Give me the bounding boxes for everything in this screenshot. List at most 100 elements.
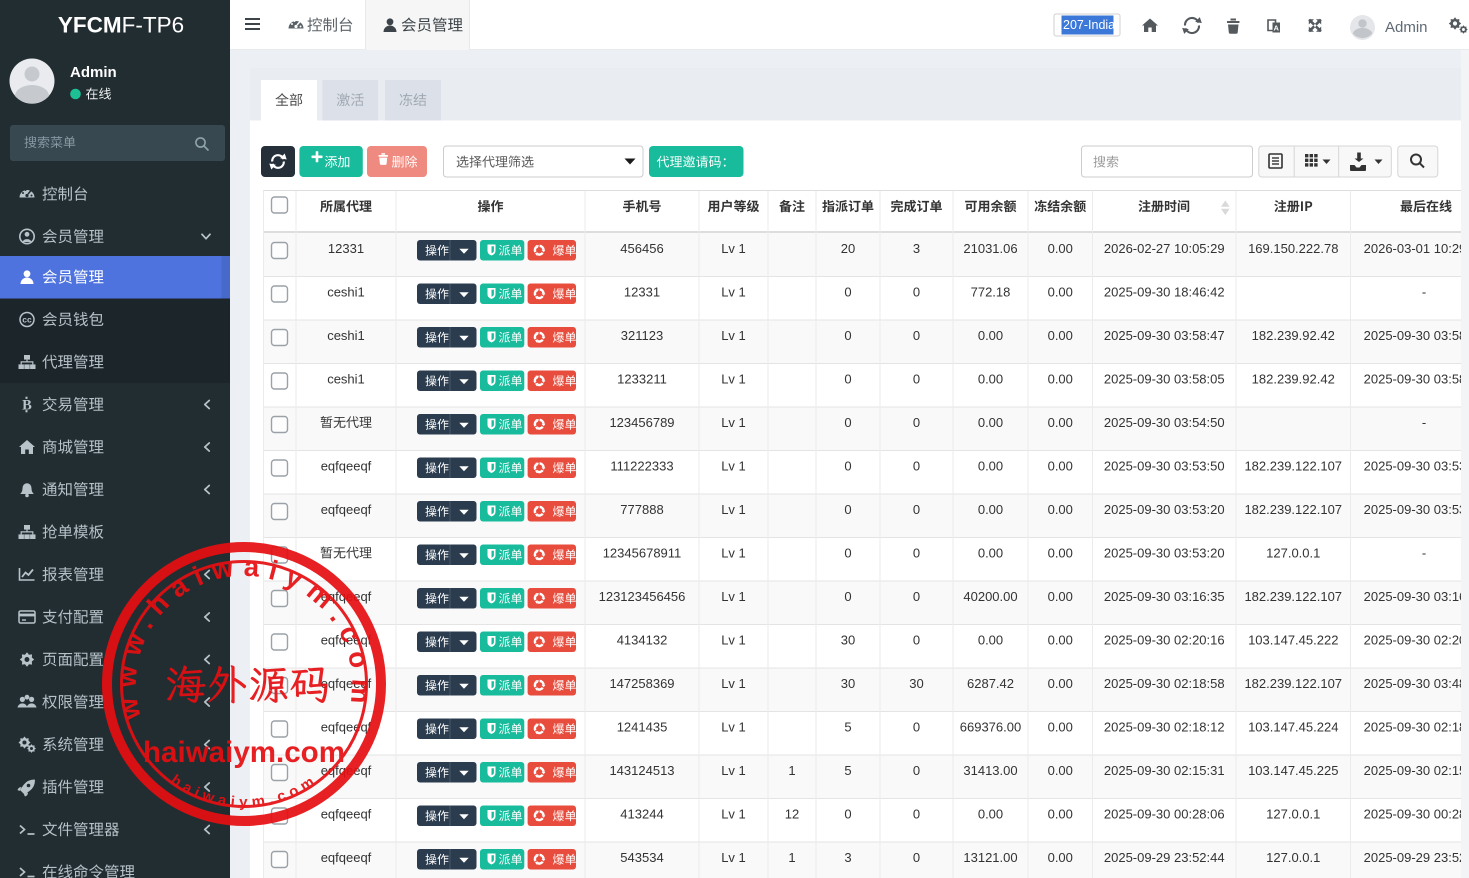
svg-text:0.00: 0.00 — [978, 546, 1003, 561]
svg-text:0: 0 — [913, 459, 920, 474]
svg-text:Lv 1: Lv 1 — [721, 372, 746, 387]
svg-text:0.00: 0.00 — [1048, 720, 1073, 735]
svg-text:2025-09-30 02:18:12: 2025-09-30 02:18:12 — [1104, 720, 1225, 735]
svg-text:169.150.222.78: 169.150.222.78 — [1248, 241, 1338, 256]
svg-text:1: 1 — [788, 850, 795, 865]
svg-text:0.00: 0.00 — [1048, 502, 1073, 517]
svg-text:12331: 12331 — [624, 285, 660, 300]
svg-text:Lv 1: Lv 1 — [721, 285, 746, 300]
svg-text:0: 0 — [844, 459, 851, 474]
svg-text:182.239.122.107: 182.239.122.107 — [1244, 676, 1342, 691]
svg-text:ceshi1: ceshi1 — [327, 285, 365, 300]
svg-text:0: 0 — [913, 720, 920, 735]
svg-text:1233211: 1233211 — [617, 372, 667, 387]
svg-text:2025-09-30 02:18:58: 2025-09-30 02:18:58 — [1104, 676, 1225, 691]
svg-text:2025-09-30 03:58:21: 2025-09-30 03:58:21 — [1364, 372, 1469, 387]
svg-text:127.0.0.1: 127.0.0.1 — [1266, 850, 1320, 865]
svg-text:2025-09-29 23:52:58: 2025-09-29 23:52:58 — [1364, 850, 1469, 865]
svg-text:182.239.122.107: 182.239.122.107 — [1244, 502, 1342, 517]
svg-text:103.147.45.222: 103.147.45.222 — [1248, 633, 1338, 648]
svg-text:2026-03-01 10:29:55: 2026-03-01 10:29:55 — [1364, 241, 1469, 256]
svg-text:0.00: 0.00 — [1048, 459, 1073, 474]
svg-text:207-India: 207-India — [1063, 18, 1115, 32]
svg-text:0: 0 — [913, 850, 920, 865]
svg-text:143124513: 143124513 — [609, 763, 674, 778]
svg-text:Admin: Admin — [1385, 19, 1428, 36]
svg-text:0.00: 0.00 — [1048, 763, 1073, 778]
svg-text:0: 0 — [913, 807, 920, 822]
svg-text:0.00: 0.00 — [978, 807, 1003, 822]
svg-text:31413.00: 31413.00 — [963, 763, 1017, 778]
svg-text:haiwaiym.com: haiwaiym.com — [143, 736, 345, 769]
svg-text:2025-09-30 02:20:35: 2025-09-30 02:20:35 — [1364, 633, 1469, 648]
svg-text:-: - — [1422, 415, 1426, 430]
svg-text:2025-09-30 03:16:35: 2025-09-30 03:16:35 — [1104, 589, 1225, 604]
svg-text:123456789: 123456789 — [609, 415, 674, 430]
svg-text:0.00: 0.00 — [1048, 850, 1073, 865]
svg-text:0.00: 0.00 — [1048, 241, 1073, 256]
svg-text:2025-09-30 18:46:42: 2025-09-30 18:46:42 — [1104, 285, 1225, 300]
svg-text:eqfqeeqf: eqfqeeqf — [321, 720, 372, 735]
svg-text:0: 0 — [844, 807, 851, 822]
svg-text:Lv 1: Lv 1 — [721, 676, 746, 691]
svg-text:772.18: 772.18 — [971, 285, 1011, 300]
svg-text:YFCMF-TP6: YFCMF-TP6 — [58, 13, 184, 38]
svg-text:0: 0 — [844, 372, 851, 387]
svg-text:103.147.45.224: 103.147.45.224 — [1248, 720, 1338, 735]
svg-text:Lv 1: Lv 1 — [721, 763, 746, 778]
svg-text:2025-09-30 03:58:52: 2025-09-30 03:58:52 — [1364, 328, 1469, 343]
svg-text:21031.06: 21031.06 — [963, 241, 1017, 256]
svg-text:2025-09-29 23:52:44: 2025-09-29 23:52:44 — [1104, 850, 1225, 865]
svg-text:2025-09-30 03:53:28: 2025-09-30 03:53:28 — [1364, 502, 1469, 517]
svg-text:0: 0 — [913, 285, 920, 300]
svg-text:0: 0 — [913, 763, 920, 778]
svg-text:Lv 1: Lv 1 — [721, 807, 746, 822]
svg-text:0: 0 — [913, 633, 920, 648]
svg-text:0.00: 0.00 — [1048, 285, 1073, 300]
svg-text:Admin: Admin — [70, 64, 117, 81]
svg-text:12331: 12331 — [328, 241, 364, 256]
svg-text:eqfqeeqf: eqfqeeqf — [321, 850, 372, 865]
svg-text:2025-09-30 03:53:57: 2025-09-30 03:53:57 — [1364, 459, 1469, 474]
svg-text:13121.00: 13121.00 — [963, 850, 1017, 865]
svg-text:2025-09-30 02:18:40: 2025-09-30 02:18:40 — [1364, 720, 1469, 735]
svg-text:0.00: 0.00 — [978, 633, 1003, 648]
svg-text:Lv 1: Lv 1 — [721, 546, 746, 561]
svg-text:5: 5 — [844, 763, 851, 778]
svg-text:0.00: 0.00 — [978, 372, 1003, 387]
svg-text:111222333: 111222333 — [610, 459, 673, 474]
svg-text:0: 0 — [844, 285, 851, 300]
svg-text:127.0.0.1: 127.0.0.1 — [1266, 807, 1320, 822]
svg-text:0.00: 0.00 — [1048, 589, 1073, 604]
svg-text:0: 0 — [844, 415, 851, 430]
svg-text:2025-09-30 03:58:47: 2025-09-30 03:58:47 — [1104, 328, 1225, 343]
svg-text:0.00: 0.00 — [1048, 676, 1073, 691]
svg-text:2025-09-30 02:20:16: 2025-09-30 02:20:16 — [1104, 633, 1225, 648]
svg-text:A: A — [1273, 24, 1279, 33]
svg-text:123123456456: 123123456456 — [599, 589, 686, 604]
svg-text:669376.00: 669376.00 — [960, 720, 1021, 735]
svg-text:0.00: 0.00 — [1048, 633, 1073, 648]
svg-text:0.00: 0.00 — [1048, 807, 1073, 822]
svg-text:0: 0 — [913, 502, 920, 517]
svg-text:12: 12 — [785, 807, 799, 822]
svg-text:182.239.122.107: 182.239.122.107 — [1244, 459, 1342, 474]
svg-text:Lv 1: Lv 1 — [721, 415, 746, 430]
svg-text:Lv 1: Lv 1 — [721, 850, 746, 865]
svg-text:182.239.122.107: 182.239.122.107 — [1244, 589, 1342, 604]
svg-text:456456: 456456 — [620, 241, 663, 256]
svg-text:0.00: 0.00 — [978, 502, 1003, 517]
svg-text:cc: cc — [22, 315, 32, 325]
svg-text:Lv 1: Lv 1 — [721, 328, 746, 343]
svg-text:2025-09-30 03:53:50: 2025-09-30 03:53:50 — [1104, 459, 1225, 474]
svg-text:2025-09-30 03:53:20: 2025-09-30 03:53:20 — [1104, 546, 1225, 561]
svg-text:0: 0 — [913, 546, 920, 561]
svg-text:0: 0 — [844, 589, 851, 604]
svg-text:0: 0 — [913, 415, 920, 430]
svg-text:3: 3 — [913, 241, 920, 256]
svg-text:Lv 1: Lv 1 — [721, 633, 746, 648]
svg-text:ceshi1: ceshi1 — [327, 328, 365, 343]
svg-text:0: 0 — [844, 328, 851, 343]
svg-text:0.00: 0.00 — [1048, 372, 1073, 387]
svg-text:0.00: 0.00 — [978, 415, 1003, 430]
